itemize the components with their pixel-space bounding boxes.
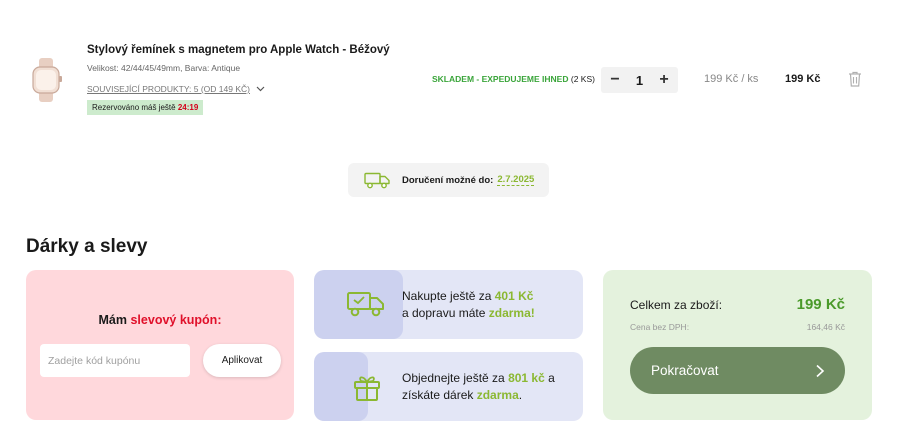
net-price-label: Cena bez DPH: [630, 322, 690, 332]
trash-icon[interactable] [848, 71, 862, 87]
gift-info-card: Objednejte ještě za 801 kč a získáte dár… [314, 352, 583, 421]
quantity-stepper: − 1 + [601, 67, 678, 93]
delivery-date[interactable]: 2.7.2025 [497, 174, 535, 186]
order-summary-card: Celkem za zboží: 199 Kč Cena bez DPH: 16… [603, 270, 872, 420]
continue-button[interactable]: Pokračovat [630, 347, 845, 394]
coupon-title: Mám slevový kupón: [26, 313, 294, 327]
gift-text: Objednejte ještě za 801 kč a získáte dár… [402, 370, 572, 404]
stock-status: SKLADEM - EXPEDUJEME IHNED (2 KS) [432, 74, 595, 84]
unit-price-value: 199 Kč [704, 73, 739, 85]
product-thumbnail[interactable] [26, 58, 66, 102]
quantity-decrease-button[interactable]: − [608, 67, 622, 93]
cart-item-row: Stylový řemínek s magnetem pro Apple Wat… [0, 0, 900, 140]
delivery-label: Doručení možné do: [402, 174, 494, 186]
coupon-title-prefix: Mám [98, 313, 127, 327]
related-products-label: SOUVISEJÍCÍ PRODUKTY: 5 (OD 149 KČ) [87, 84, 250, 94]
apply-coupon-button[interactable]: Aplikovat [203, 344, 281, 377]
free-shipping-info-card: Nakupte ještě za 401 Kč a dopravu máte z… [314, 270, 583, 339]
unit-price-suffix: / ks [741, 73, 759, 85]
truck-icon [347, 292, 384, 317]
item-total-price: 199 Kč [785, 73, 821, 85]
gift-icon [354, 376, 380, 401]
continue-button-label: Pokračovat [651, 363, 719, 378]
chevron-down-icon [256, 86, 265, 92]
gift-free: zdarma [476, 388, 519, 402]
gift-amount: 801 kč [508, 371, 545, 385]
free-shipping-text: Nakupte ještě za 401 Kč a dopravu máte z… [402, 288, 572, 322]
free-shipping-part1: Nakupte ještě za [402, 289, 492, 303]
product-variant: Velikost: 42/44/45/49mm, Barva: Antique [87, 63, 241, 73]
truck-icon [364, 172, 390, 188]
coupon-code-input[interactable] [40, 344, 190, 377]
quantity-value[interactable]: 1 [636, 73, 643, 88]
total-value: 199 Kč [796, 296, 845, 313]
related-products-toggle[interactable]: SOUVISEJÍCÍ PRODUKTY: 5 (OD 149 KČ) [87, 84, 265, 94]
stock-status-label: SKLADEM - EXPEDUJEME IHNED [432, 74, 569, 84]
total-label: Celkem za zboží: [630, 298, 723, 312]
reservation-badge: Rezervováno máš ještě 24:19 [87, 100, 204, 115]
coupon-title-highlight: slevový kupón: [130, 313, 222, 327]
stock-count: (2 KS) [570, 74, 595, 84]
free-shipping-part2: a dopravu máte [402, 306, 486, 320]
free-shipping-free: zdarma! [488, 306, 535, 320]
gift-end: . [518, 388, 523, 402]
product-name[interactable]: Stylový řemínek s magnetem pro Apple Wat… [87, 44, 390, 56]
reservation-timer: 24:19 [177, 103, 199, 112]
reservation-label: Rezervováno máš ještě [92, 103, 176, 112]
unit-price: 199 Kč / ks [704, 73, 758, 85]
coupon-card: Mám slevový kupón: Aplikovat [26, 270, 294, 420]
chevron-right-icon [816, 364, 825, 377]
quantity-increase-button[interactable]: + [657, 67, 671, 93]
free-shipping-amount: 401 Kč [494, 289, 534, 303]
gift-part1: Objednejte ještě za [402, 371, 505, 385]
delivery-estimate: Doručení možné do: 2.7.2025 [348, 163, 549, 197]
net-price-value: 164,46 Kč [806, 322, 845, 332]
section-title: Dárky a slevy [26, 236, 148, 257]
